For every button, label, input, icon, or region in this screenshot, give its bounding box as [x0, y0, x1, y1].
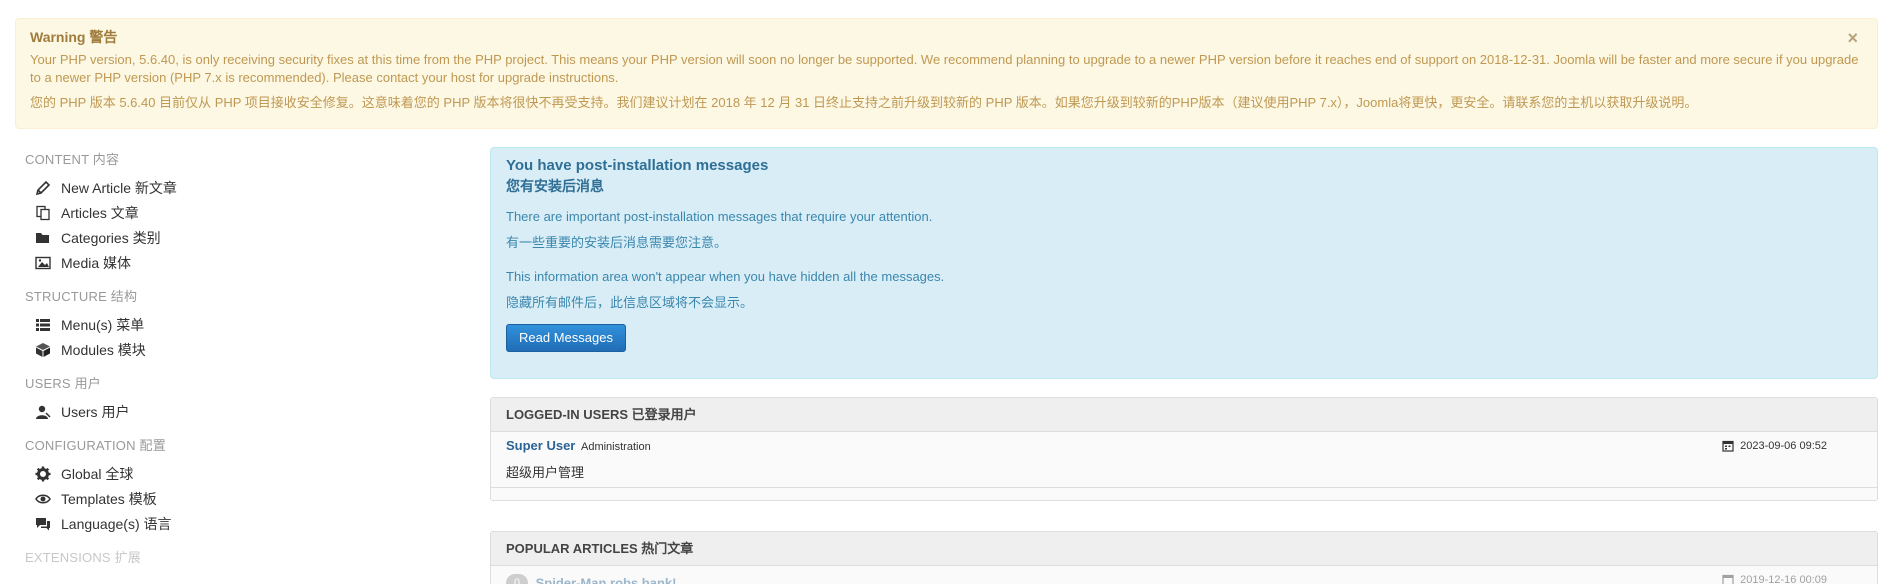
post-install-text-3: This information area won't appear when … [506, 269, 945, 284]
nav-group-structure: STRUCTURE 结构 Menu(s) 菜单 Modules 模块 [25, 287, 465, 362]
list-item: Super User Administration 超级用户管理 2023-09… [491, 432, 1877, 488]
nav-item-media[interactable]: Media 媒体 [34, 250, 465, 275]
pencil-icon [34, 179, 51, 196]
calendar-icon [1722, 574, 1734, 584]
list-item: 0 Spider-Man robs bank! 2019-12-16 00:09 [491, 566, 1877, 584]
warning-text-en: Your PHP version, 5.6.40, is only receiv… [30, 52, 1859, 85]
eye-icon [34, 490, 51, 507]
nav-item-languages[interactable]: Language(s) 语言 [34, 511, 465, 536]
list-icon [34, 316, 51, 333]
nav-group-configuration: CONFIGURATION 配置 Global 全球 Templates 模板 … [25, 436, 465, 536]
hits-badge: 0 [506, 574, 528, 584]
article-title-link[interactable]: Spider-Man robs bank! [536, 576, 677, 584]
nav-header-content: CONTENT 内容 [25, 152, 120, 167]
nav-item-label: Modules 模块 [61, 341, 146, 358]
post-install-text-2: 有一些重要的安装后消息需要您注意。 [506, 235, 728, 250]
user-date: 2023-09-06 09:52 [1722, 440, 1827, 452]
nav-item-label: New Article 新文章 [61, 179, 177, 196]
user-icon [34, 403, 51, 420]
folder-icon [34, 229, 51, 246]
nav-item-label: Menu(s) 菜单 [61, 316, 145, 333]
cube-icon [34, 341, 51, 358]
comments-icon [34, 515, 51, 532]
post-install-text-1: There are important post-installation me… [506, 209, 933, 224]
warning-title: Warning 警告 [30, 29, 118, 45]
nav-group-users: USERS 用户 Users 用户 [25, 374, 465, 424]
user-date-text: 2023-09-06 09:52 [1740, 440, 1827, 452]
popular-articles-header: POPULAR ARTICLES 热门文章 [491, 532, 1877, 566]
post-install-subtitle: 您有安装后消息 [506, 178, 604, 194]
article-date-text: 2019-12-16 00:09 [1740, 574, 1827, 584]
nav-item-label: Templates 模板 [61, 490, 157, 507]
nav-item-menus[interactable]: Menu(s) 菜单 [34, 312, 465, 337]
user-description: 超级用户管理 [506, 465, 585, 480]
user-role: Administration [581, 441, 651, 453]
nav-item-global[interactable]: Global 全球 [34, 461, 465, 486]
read-messages-button[interactable]: Read Messages [506, 324, 626, 352]
nav-group-extensions: EXTENSIONS 扩展 [25, 548, 465, 568]
nav-item-modules[interactable]: Modules 模块 [34, 337, 465, 362]
nav-item-templates[interactable]: Templates 模板 [34, 486, 465, 511]
user-name-link[interactable]: Super User [506, 438, 575, 453]
nav-item-label: Users 用户 [61, 403, 130, 420]
php-warning-alert: × Warning 警告 Your PHP version, 5.6.40, i… [15, 18, 1878, 129]
nav-header-users: USERS 用户 [25, 376, 102, 391]
nav-item-label: Categories 类别 [61, 229, 161, 246]
nav-header-structure: STRUCTURE 结构 [25, 289, 138, 304]
gear-icon [34, 465, 51, 482]
close-alert-button[interactable]: × [1847, 29, 1858, 47]
popular-articles-module: POPULAR ARTICLES 热门文章 0 Spider-Man robs … [490, 531, 1878, 584]
nav-header-configuration: CONFIGURATION 配置 [25, 438, 166, 453]
nav-item-users[interactable]: Users 用户 [34, 399, 465, 424]
calendar-icon [1722, 440, 1734, 452]
post-install-text-4: 隐藏所有邮件后，此信息区域将不会显示。 [506, 295, 754, 310]
nav-item-label: Articles 文章 [61, 204, 139, 221]
nav-header-extensions: EXTENSIONS 扩展 [25, 550, 142, 565]
sidebar: CONTENT 内容 New Article 新文章 Articles 文章 C… [25, 150, 465, 584]
post-install-title: You have post-installation messages [506, 157, 769, 174]
logged-in-users-header: LOGGED-IN USERS 已登录用户 [491, 398, 1877, 432]
nav-item-new-article[interactable]: New Article 新文章 [34, 175, 465, 200]
copy-icon [34, 204, 51, 221]
article-date: 2019-12-16 00:09 [1722, 574, 1827, 584]
nav-item-articles[interactable]: Articles 文章 [34, 200, 465, 225]
nav-item-label: Media 媒体 [61, 254, 132, 271]
nav-item-label: Language(s) 语言 [61, 515, 172, 532]
nav-group-content: CONTENT 内容 New Article 新文章 Articles 文章 C… [25, 150, 465, 275]
post-install-messages-alert: You have post-installation messages 您有安装… [490, 147, 1878, 379]
nav-item-categories[interactable]: Categories 类别 [34, 225, 465, 250]
nav-item-label: Global 全球 [61, 465, 134, 482]
warning-text-zh: 您的 PHP 版本 5.6.40 目前仅从 PHP 项目接收安全修复。这意味着您… [30, 95, 1698, 110]
image-icon [34, 254, 51, 271]
logged-in-users-module: LOGGED-IN USERS 已登录用户 Super User Adminis… [490, 397, 1878, 501]
